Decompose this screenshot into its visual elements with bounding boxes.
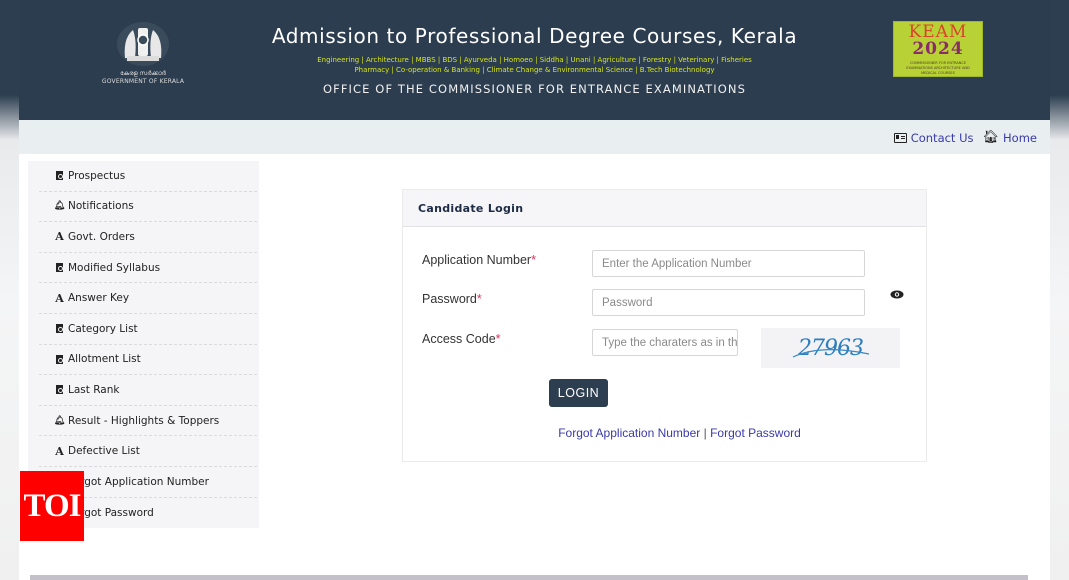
top-navigation-bar: Contact Us 🏠︎ Home	[19, 120, 1050, 154]
font-a-icon: A	[55, 230, 64, 244]
sidebar-item-label: Govt. Orders	[68, 230, 135, 243]
sidebar-item-label: Answer Key	[68, 292, 130, 305]
access-code-input[interactable]	[592, 329, 738, 356]
home-link[interactable]: 🏠︎ Home	[983, 130, 1037, 145]
office-name: OFFICE OF THE COMMISSIONER FOR ENTRANCE …	[322, 82, 747, 96]
password-row: Password*	[422, 289, 865, 316]
sidebar-item-govt-orders[interactable]: A Govt. Orders	[39, 222, 257, 253]
font-a-icon: A	[55, 444, 64, 458]
sidebar-item-label: Category List	[68, 322, 138, 335]
login-button[interactable]: LOGIN	[549, 379, 608, 407]
candidate-login-panel: Candidate Login Application Number* Pass…	[402, 189, 927, 462]
sidebar-item-label: Last Rank	[68, 383, 120, 396]
sidebar-item-prospectus[interactable]: Prospectus	[39, 161, 257, 192]
link-separator: |	[703, 426, 707, 440]
access-code-label: Access Code*	[422, 332, 501, 346]
top-links: Contact Us 🏠︎ Home	[893, 130, 1037, 145]
required-asterisk: *	[531, 253, 536, 267]
sidebar-item-notifications[interactable]: 🔔︎ Notifications	[39, 192, 257, 223]
pdf-file-icon	[55, 385, 64, 395]
bell-icon: 🔔︎	[53, 415, 66, 426]
keam-2024-logo: KEAM 2024 COMMISSIONER FOR ENTRANCE EXAM…	[893, 21, 983, 77]
sidebar-item-result-highlights[interactable]: 🔔︎ Result - Highlights & Toppers	[39, 406, 257, 437]
pdf-file-icon	[55, 171, 64, 181]
home-label: Home	[1003, 130, 1037, 145]
sidebar-item-allotment-list[interactable]: Allotment List	[39, 345, 257, 376]
forgot-links: Forgot Application Number | Forgot Passw…	[403, 426, 926, 440]
password-label: Password*	[422, 292, 482, 306]
sidebar-item-answer-key[interactable]: A Answer Key	[39, 283, 257, 314]
sidebar-item-defective-list[interactable]: A Defective List	[39, 436, 257, 467]
home-icon: 🏠︎	[982, 130, 1000, 145]
browser-edge-left	[0, 0, 19, 580]
application-number-label: Application Number*	[422, 253, 536, 267]
keam-logo-year: 2024	[912, 39, 964, 59]
sidebar-item-modified-syllabus[interactable]: Modified Syllabus	[39, 253, 257, 284]
sidebar-item-label: Prospectus	[68, 169, 126, 182]
show-password-eye-icon[interactable]	[890, 290, 904, 299]
forgot-application-number-link[interactable]: Forgot Application Number	[558, 426, 700, 440]
sidebar-item-category-list[interactable]: Category List	[39, 314, 257, 345]
toi-watermark-logo: TOI	[20, 471, 84, 541]
sidebar-item-last-rank[interactable]: Last Rank	[39, 375, 257, 406]
contact-us-link[interactable]: Contact Us	[893, 130, 974, 145]
forgot-password-link[interactable]: Forgot Password	[710, 426, 801, 440]
sidebar-item-label: Result - Highlights & Toppers	[68, 414, 220, 427]
password-input[interactable]	[592, 289, 865, 316]
required-asterisk: *	[476, 292, 482, 306]
bell-icon: 🔔︎	[53, 201, 66, 212]
contact-us-label: Contact Us	[910, 130, 974, 145]
pdf-file-icon	[55, 354, 64, 364]
browser-edge-right	[1050, 0, 1069, 580]
application-number-input[interactable]	[592, 250, 865, 277]
captcha-image: 27963	[761, 328, 900, 368]
captcha-noise-line	[792, 349, 870, 358]
sidebar-item-label: Defective List	[68, 445, 140, 458]
sidebar-item-label: Allotment List	[68, 353, 141, 366]
sidebar-item-label: Forgot Application Number	[68, 475, 209, 488]
application-number-row: Application Number*	[422, 250, 865, 277]
site-header: കേരള സർക്കാർ GOVERNMENT OF KERALA Admiss…	[19, 0, 1050, 120]
keam-logo-tagline: COMMISSIONER FOR ENTRANCE EXAMINATIONS A…	[906, 61, 970, 75]
required-asterisk: *	[495, 332, 501, 346]
access-code-row: Access Code*	[422, 329, 738, 356]
font-a-icon: A	[55, 291, 64, 305]
contact-card-icon	[893, 132, 907, 143]
sidebar-item-label: Modified Syllabus	[68, 261, 161, 274]
sidebar-item-label: Notifications	[68, 200, 134, 213]
login-panel-title: Candidate Login	[403, 190, 926, 227]
pdf-file-icon	[55, 263, 64, 273]
pdf-file-icon	[55, 324, 64, 334]
horizontal-scrollbar[interactable]	[30, 575, 1028, 580]
